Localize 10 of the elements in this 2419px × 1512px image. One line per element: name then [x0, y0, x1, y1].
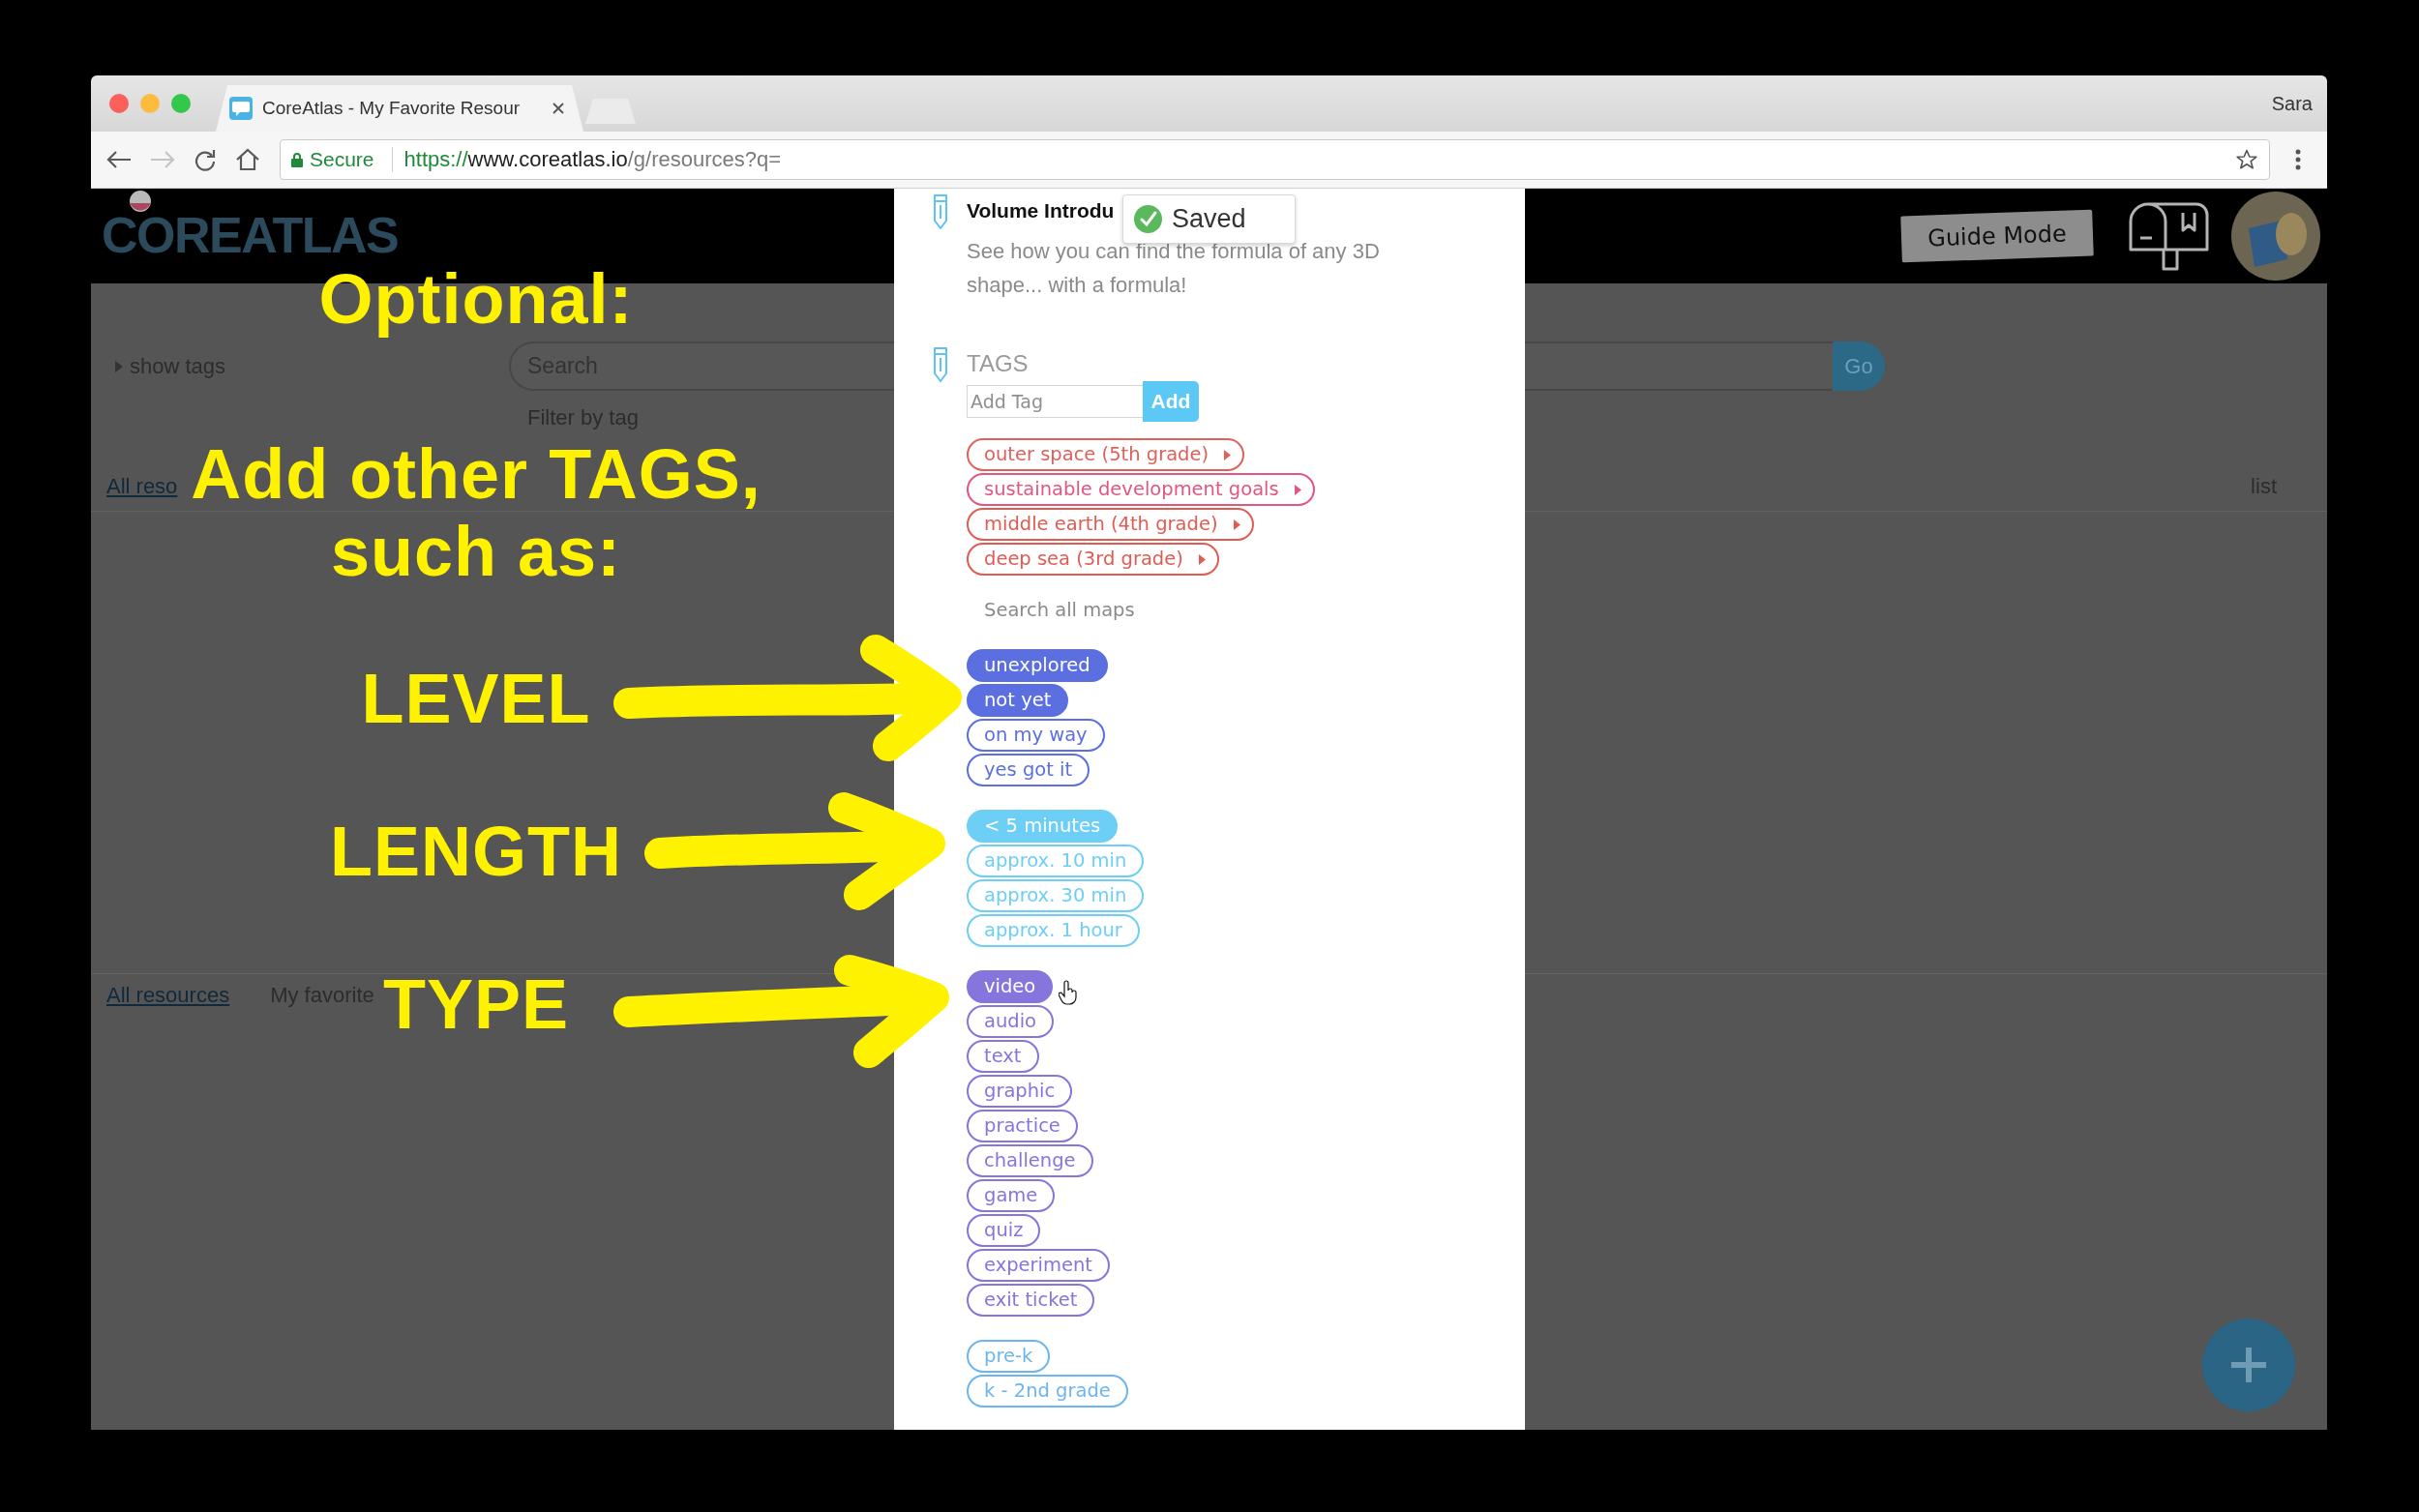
tags-heading: TAGS: [967, 350, 1029, 377]
security-label: Secure: [310, 148, 374, 171]
annotation-label: LENGTH: [330, 812, 622, 892]
annotation-label: TYPE: [382, 964, 570, 1045]
toast-message: Saved: [1172, 204, 1246, 234]
resource-description: See how you can find the formula of any 3D shape... with a formula!: [967, 238, 1381, 299]
annotation-title: Optional:: [318, 259, 634, 340]
resource-title: Volume Introdu: [967, 198, 1115, 223]
annotation-label: LEVEL: [361, 659, 591, 739]
annotation-subtitle: Add other TAGS, such as:: [190, 435, 762, 590]
